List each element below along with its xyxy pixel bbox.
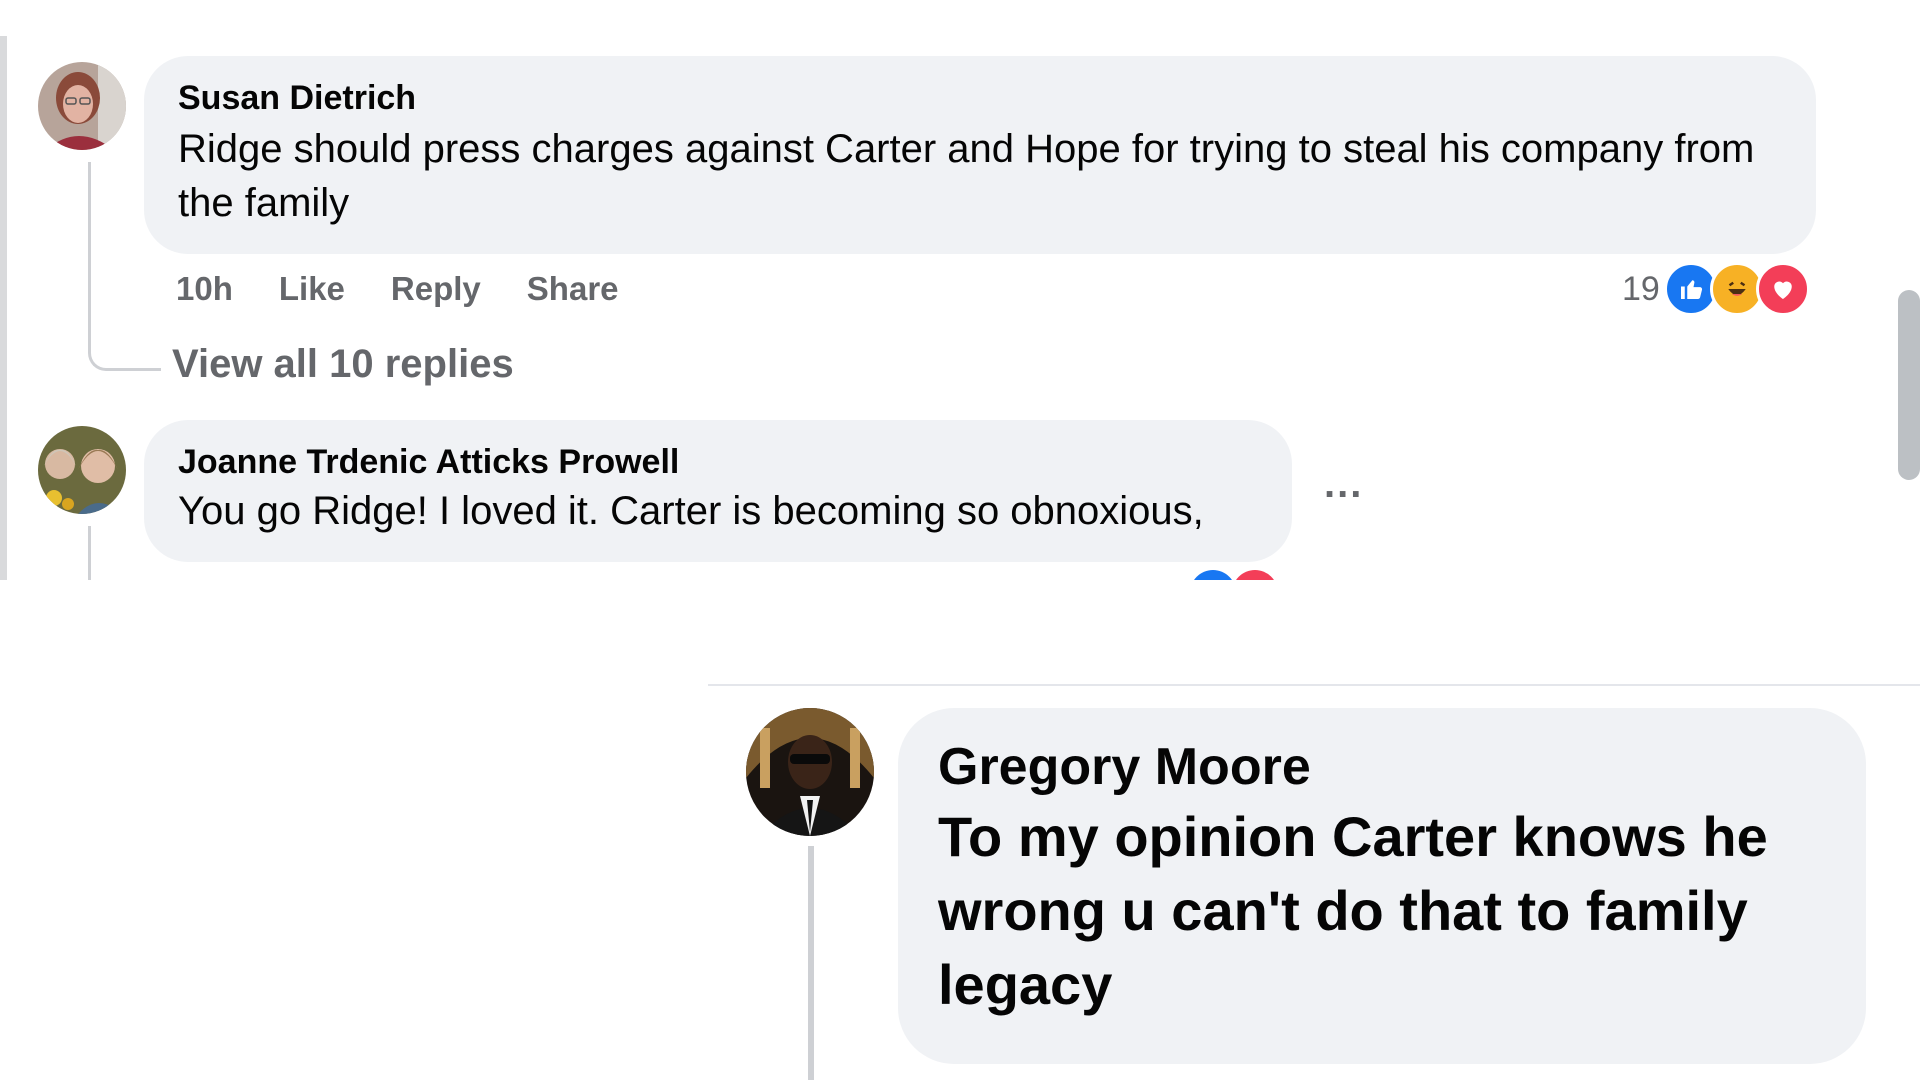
avatar-susan-dietrich[interactable] <box>38 62 126 150</box>
comment-thread-panel: Susan Dietrich Ridge should press charge… <box>0 0 1920 580</box>
comment-author[interactable]: Gregory Moore <box>938 734 1830 800</box>
scrollbar-thumb[interactable] <box>1898 290 1920 480</box>
comment-actions: 10h Like Reply Share <box>176 270 619 308</box>
comment-bubble: Gregory Moore To my opinion Carter knows… <box>898 708 1866 1064</box>
cropped-comment-panel: Gregory Moore To my opinion Carter knows… <box>708 684 1920 1080</box>
parent-thread-line <box>0 36 7 580</box>
reply-button[interactable]: Reply <box>391 270 481 308</box>
comment-bubble: Susan Dietrich Ridge should press charge… <box>144 56 1816 254</box>
like-icon <box>1190 570 1236 580</box>
comment-text: You go Ridge! I loved it. Carter is beco… <box>178 489 1204 533</box>
love-icon <box>1232 570 1278 580</box>
comment-author[interactable]: Joanne Trdenic Atticks Prowell <box>178 442 1258 482</box>
love-icon <box>1755 262 1810 316</box>
comment-text: Ridge should press charges against Carte… <box>178 127 1755 225</box>
avatar-gregory-moore[interactable] <box>746 708 874 836</box>
reaction-summary[interactable]: 19 <box>1622 262 1810 316</box>
comment-timestamp[interactable]: 10h <box>176 270 233 308</box>
share-button[interactable]: Share <box>527 270 619 308</box>
more-options-button[interactable]: ... <box>1324 462 1363 507</box>
view-all-replies-link[interactable]: View all 10 replies <box>172 342 514 387</box>
screenshot-collage: Susan Dietrich Ridge should press charge… <box>0 0 1920 1080</box>
comment-text: To my opinion Carter knows he wrong u ca… <box>938 805 1768 1016</box>
reply-thread-line <box>808 846 814 1080</box>
comment-author[interactable]: Susan Dietrich <box>178 78 1782 118</box>
like-button[interactable]: Like <box>279 270 345 308</box>
reaction-count: 19 <box>1622 269 1660 308</box>
comment-bubble: Joanne Trdenic Atticks Prowell You go Ri… <box>144 420 1292 562</box>
reply-thread-line <box>88 526 91 580</box>
avatar-joanne-prowell[interactable] <box>38 426 126 514</box>
